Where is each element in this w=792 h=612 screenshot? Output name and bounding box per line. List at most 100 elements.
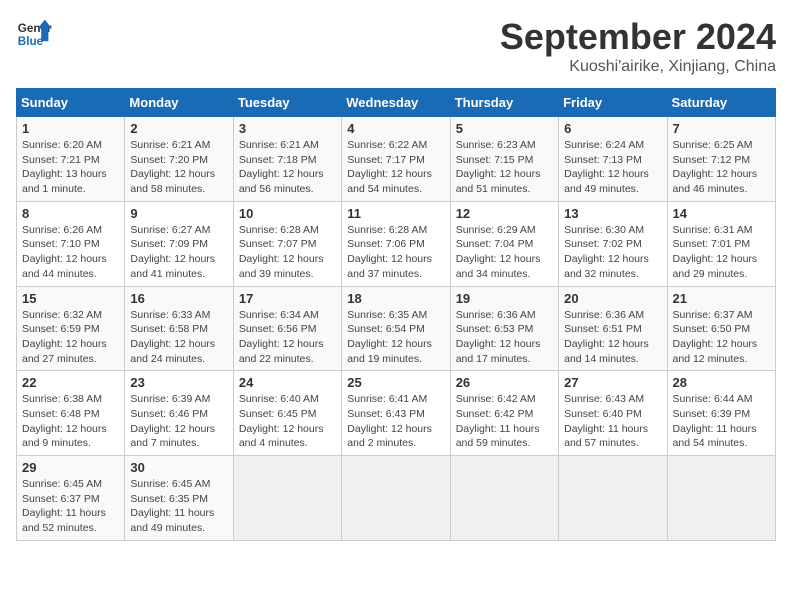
day-number: 29	[22, 460, 119, 475]
day-number: 2	[130, 121, 227, 136]
day-number: 25	[347, 375, 444, 390]
calendar-cell: 24 Sunrise: 6:40 AM Sunset: 6:45 PM Dayli…	[233, 371, 341, 456]
day-number: 27	[564, 375, 661, 390]
day-info: Sunrise: 6:32 AM Sunset: 6:59 PM Dayligh…	[22, 308, 119, 367]
calendar-cell: 17 Sunrise: 6:34 AM Sunset: 6:56 PM Dayli…	[233, 286, 341, 371]
calendar-cell: 30 Sunrise: 6:45 AM Sunset: 6:35 PM Dayli…	[125, 456, 233, 541]
day-number: 16	[130, 291, 227, 306]
day-number: 14	[673, 206, 770, 221]
calendar-week-3: 15 Sunrise: 6:32 AM Sunset: 6:59 PM Dayli…	[17, 286, 776, 371]
calendar-cell	[667, 456, 775, 541]
calendar-cell	[450, 456, 558, 541]
calendar-cell: 21Sunrise: 6:37 AM Sunset: 6:50 PM Dayli…	[667, 286, 775, 371]
day-info: Sunrise: 6:26 AM Sunset: 7:10 PM Dayligh…	[22, 223, 119, 282]
calendar-week-5: 29 Sunrise: 6:45 AM Sunset: 6:37 PM Dayli…	[17, 456, 776, 541]
calendar-cell: 9Sunrise: 6:27 AM Sunset: 7:09 PM Daylig…	[125, 201, 233, 286]
day-info: Sunrise: 6:38 AM Sunset: 6:48 PM Dayligh…	[22, 392, 119, 451]
day-number: 6	[564, 121, 661, 136]
day-number: 19	[456, 291, 553, 306]
day-info: Sunrise: 6:39 AM Sunset: 6:46 PM Dayligh…	[130, 392, 227, 451]
day-number: 10	[239, 206, 336, 221]
day-info: Sunrise: 6:45 AM Sunset: 6:35 PM Dayligh…	[130, 477, 227, 536]
day-info: Sunrise: 6:36 AM Sunset: 6:51 PM Dayligh…	[564, 308, 661, 367]
day-number: 15	[22, 291, 119, 306]
day-info: Sunrise: 6:30 AM Sunset: 7:02 PM Dayligh…	[564, 223, 661, 282]
day-header-sunday: Sunday	[17, 89, 125, 117]
calendar-cell: 25Sunrise: 6:41 AM Sunset: 6:43 PM Dayli…	[342, 371, 450, 456]
day-info: Sunrise: 6:21 AM Sunset: 7:20 PM Dayligh…	[130, 138, 227, 197]
day-number: 28	[673, 375, 770, 390]
calendar-cell: 26 Sunrise: 6:42 AM Sunset: 6:42 PM Dayli…	[450, 371, 558, 456]
day-info: Sunrise: 6:23 AM Sunset: 7:15 PM Dayligh…	[456, 138, 553, 197]
page-header: General Blue September 2024 Kuoshi'airik…	[16, 16, 776, 76]
day-info: Sunrise: 6:22 AM Sunset: 7:17 PM Dayligh…	[347, 138, 444, 197]
calendar-cell: 4 Sunrise: 6:22 AM Sunset: 7:17 PM Daylig…	[342, 117, 450, 202]
day-number: 1	[22, 121, 119, 136]
day-info: Sunrise: 6:31 AM Sunset: 7:01 PM Dayligh…	[673, 223, 770, 282]
calendar-cell	[233, 456, 341, 541]
calendar-cell	[342, 456, 450, 541]
day-number: 13	[564, 206, 661, 221]
day-number: 26	[456, 375, 553, 390]
calendar-cell: 12 Sunrise: 6:29 AM Sunset: 7:04 PM Dayli…	[450, 201, 558, 286]
day-header-friday: Friday	[559, 89, 667, 117]
day-info: Sunrise: 6:24 AM Sunset: 7:13 PM Dayligh…	[564, 138, 661, 197]
day-number: 12	[456, 206, 553, 221]
calendar-cell: 10 Sunrise: 6:28 AM Sunset: 7:07 PM Dayli…	[233, 201, 341, 286]
day-info: Sunrise: 6:29 AM Sunset: 7:04 PM Dayligh…	[456, 223, 553, 282]
calendar-cell: 3Sunrise: 6:21 AM Sunset: 7:18 PM Daylig…	[233, 117, 341, 202]
day-number: 22	[22, 375, 119, 390]
day-number: 23	[130, 375, 227, 390]
calendar-cell: 14 Sunrise: 6:31 AM Sunset: 7:01 PM Dayli…	[667, 201, 775, 286]
day-header-tuesday: Tuesday	[233, 89, 341, 117]
calendar-cell: 5 Sunrise: 6:23 AM Sunset: 7:15 PM Daylig…	[450, 117, 558, 202]
day-number: 30	[130, 460, 227, 475]
calendar-table: SundayMondayTuesdayWednesdayThursdayFrid…	[16, 88, 776, 541]
day-info: Sunrise: 6:35 AM Sunset: 6:54 PM Dayligh…	[347, 308, 444, 367]
calendar-cell: 1 Sunrise: 6:20 AM Sunset: 7:21 PM Daylig…	[17, 117, 125, 202]
day-number: 8	[22, 206, 119, 221]
logo-icon: General Blue	[16, 16, 52, 52]
day-info: Sunrise: 6:37 AM Sunset: 6:50 PM Dayligh…	[673, 308, 770, 367]
calendar-cell: 8 Sunrise: 6:26 AM Sunset: 7:10 PM Daylig…	[17, 201, 125, 286]
day-number: 17	[239, 291, 336, 306]
day-info: Sunrise: 6:45 AM Sunset: 6:37 PM Dayligh…	[22, 477, 119, 536]
title-block: September 2024 Kuoshi'airike, Xinjiang, …	[500, 16, 776, 76]
calendar-cell: 2 Sunrise: 6:21 AM Sunset: 7:20 PM Daylig…	[125, 117, 233, 202]
calendar-body: 1 Sunrise: 6:20 AM Sunset: 7:21 PM Daylig…	[17, 117, 776, 541]
day-info: Sunrise: 6:20 AM Sunset: 7:21 PM Dayligh…	[22, 138, 119, 197]
svg-text:Blue: Blue	[18, 35, 44, 48]
day-header-saturday: Saturday	[667, 89, 775, 117]
day-number: 11	[347, 206, 444, 221]
day-info: Sunrise: 6:36 AM Sunset: 6:53 PM Dayligh…	[456, 308, 553, 367]
day-number: 18	[347, 291, 444, 306]
day-number: 20	[564, 291, 661, 306]
day-number: 24	[239, 375, 336, 390]
day-info: Sunrise: 6:40 AM Sunset: 6:45 PM Dayligh…	[239, 392, 336, 451]
calendar-cell: 23 Sunrise: 6:39 AM Sunset: 6:46 PM Dayli…	[125, 371, 233, 456]
calendar-cell: 6 Sunrise: 6:24 AM Sunset: 7:13 PM Daylig…	[559, 117, 667, 202]
calendar-cell: 7 Sunrise: 6:25 AM Sunset: 7:12 PM Daylig…	[667, 117, 775, 202]
day-info: Sunrise: 6:28 AM Sunset: 7:07 PM Dayligh…	[239, 223, 336, 282]
month-title: September 2024	[500, 16, 776, 58]
day-info: Sunrise: 6:21 AM Sunset: 7:18 PM Dayligh…	[239, 138, 336, 197]
calendar-cell: 13 Sunrise: 6:30 AM Sunset: 7:02 PM Dayli…	[559, 201, 667, 286]
calendar-cell: 19 Sunrise: 6:36 AM Sunset: 6:53 PM Dayli…	[450, 286, 558, 371]
calendar-cell: 22 Sunrise: 6:38 AM Sunset: 6:48 PM Dayli…	[17, 371, 125, 456]
day-header-monday: Monday	[125, 89, 233, 117]
day-number: 5	[456, 121, 553, 136]
day-number: 7	[673, 121, 770, 136]
day-header-thursday: Thursday	[450, 89, 558, 117]
day-info: Sunrise: 6:42 AM Sunset: 6:42 PM Dayligh…	[456, 392, 553, 451]
calendar-cell: 20 Sunrise: 6:36 AM Sunset: 6:51 PM Dayli…	[559, 286, 667, 371]
calendar-cell	[559, 456, 667, 541]
calendar-cell: 27 Sunrise: 6:43 AM Sunset: 6:40 PM Dayli…	[559, 371, 667, 456]
day-info: Sunrise: 6:34 AM Sunset: 6:56 PM Dayligh…	[239, 308, 336, 367]
logo: General Blue	[16, 16, 52, 52]
day-info: Sunrise: 6:25 AM Sunset: 7:12 PM Dayligh…	[673, 138, 770, 197]
calendar-cell: 28Sunrise: 6:44 AM Sunset: 6:39 PM Dayli…	[667, 371, 775, 456]
day-info: Sunrise: 6:43 AM Sunset: 6:40 PM Dayligh…	[564, 392, 661, 451]
day-number: 4	[347, 121, 444, 136]
calendar-cell: 15 Sunrise: 6:32 AM Sunset: 6:59 PM Dayli…	[17, 286, 125, 371]
calendar-week-1: 1 Sunrise: 6:20 AM Sunset: 7:21 PM Daylig…	[17, 117, 776, 202]
